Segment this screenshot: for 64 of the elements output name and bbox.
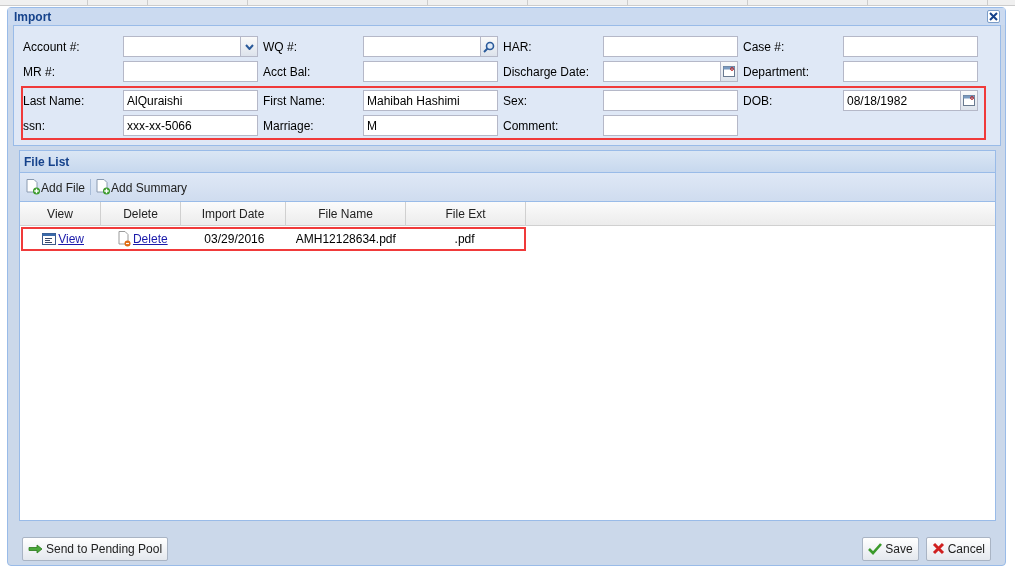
input-field[interactable] (843, 36, 978, 57)
cancel-button[interactable]: Cancel (925, 536, 991, 561)
field-label: ssn: (23, 118, 46, 133)
input-field[interactable] (603, 115, 738, 136)
field-label: HAR: (503, 39, 533, 54)
field-label: Acct Bal: (263, 64, 312, 79)
table-cell-text: 03/29/2016 (203, 231, 266, 248)
panel-title: File List (24, 154, 70, 169)
table-cell-text: AMH12128634.pdf (294, 231, 397, 248)
field-label: WQ #: (263, 39, 298, 54)
toolbar-button[interactable]: Add Summary (95, 177, 189, 197)
field-label: First Name: (263, 93, 326, 108)
dropdown-button[interactable] (241, 36, 258, 57)
input-field[interactable] (843, 61, 978, 82)
field-label: Case #: (743, 39, 786, 54)
input-field[interactable]: Mahibah Hashimi (363, 90, 498, 111)
input-field[interactable] (603, 90, 738, 111)
close-icon (989, 12, 998, 21)
checkmark-icon (868, 542, 883, 555)
delete-document-icon (117, 231, 131, 247)
field-label: Department: (743, 64, 811, 79)
save-button[interactable]: Save (862, 536, 919, 561)
cross-icon (931, 542, 945, 555)
field-label: Marriage: (263, 118, 315, 133)
document-list-icon (42, 233, 57, 245)
caret-icon (244, 43, 254, 50)
search-button[interactable] (481, 36, 498, 57)
toolbar-button[interactable]: Add File (25, 177, 87, 197)
input-field[interactable]: 08/18/1982 (843, 90, 961, 111)
input-field[interactable]: M (363, 115, 498, 136)
input-field[interactable] (123, 61, 258, 82)
field-label: Discharge Date: (503, 64, 591, 79)
field-label: MR #: (23, 64, 56, 79)
field-label: Last Name: (23, 93, 86, 108)
close-button[interactable] (987, 10, 1000, 23)
field-label: DOB: (743, 93, 774, 108)
field-label: Comment: (503, 118, 560, 133)
column-header: View (20, 202, 101, 225)
add-document-icon (26, 179, 41, 195)
column-header: File Name (286, 202, 406, 225)
view-link[interactable]: View (58, 232, 84, 246)
add-document-icon (96, 179, 112, 195)
input-field[interactable] (123, 36, 241, 57)
table-cell-text: .pdf (453, 231, 476, 248)
input-field[interactable]: xxx-xx-5066 (123, 115, 258, 136)
input-field[interactable] (603, 36, 738, 57)
date-picker-button[interactable] (721, 61, 738, 82)
calendar-icon (723, 66, 735, 77)
window-title: Import (14, 9, 52, 24)
input-field[interactable] (603, 61, 721, 82)
search-icon (483, 40, 495, 53)
calendar-icon (963, 95, 975, 106)
input-field[interactable] (363, 36, 481, 57)
input-field[interactable]: AlQuraishi (123, 90, 258, 111)
column-header: File Ext (406, 202, 526, 225)
field-label: Account #: (23, 39, 81, 54)
field-label: Sex: (503, 93, 528, 108)
delete-link[interactable]: Delete (132, 232, 168, 246)
input-field[interactable] (363, 61, 498, 82)
arrow-icon (28, 543, 43, 554)
column-header: Delete (101, 202, 181, 225)
column-header: Import Date (181, 202, 286, 225)
send-button[interactable]: Send to Pending Pool (22, 536, 169, 561)
date-picker-button[interactable] (961, 90, 978, 111)
